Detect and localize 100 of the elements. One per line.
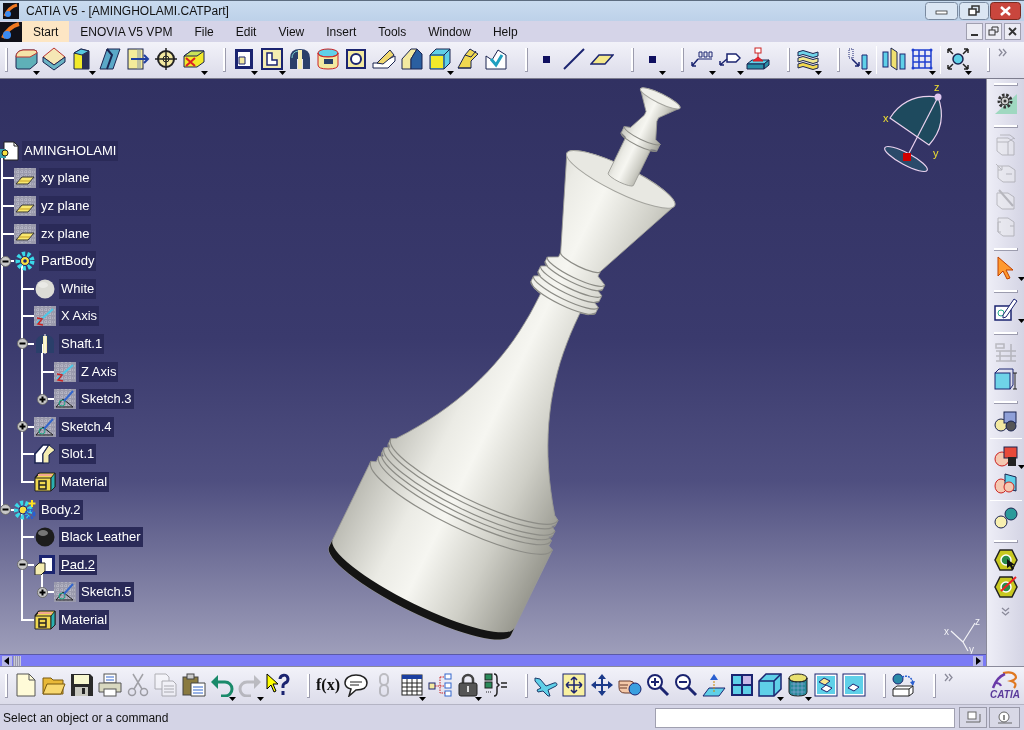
- menu-item[interactable]: Start: [22, 21, 70, 42]
- box-dimension-icon[interactable]: [993, 366, 1018, 391]
- panel-arrow-icon[interactable]: [126, 47, 150, 71]
- dot-grid-icon[interactable]: [910, 47, 934, 71]
- tree-item[interactable]: Pad.2: [59, 554, 97, 575]
- dropdown-arrow-icon[interactable]: [929, 71, 936, 75]
- dropdown-arrow-icon[interactable]: [419, 696, 426, 701]
- dropdown-arrow-icon[interactable]: [737, 71, 744, 75]
- part-cluster-icon[interactable]: [993, 408, 1018, 433]
- minus-icon[interactable]: [0, 255, 11, 267]
- tree-item[interactable]: X Axis: [59, 306, 100, 327]
- tree-item[interactable]: Sketch.4: [59, 416, 114, 437]
- dropdown-arrow-icon[interactable]: [279, 71, 286, 75]
- tree-item[interactable]: Z Axis: [79, 361, 119, 382]
- scroll-left-icon[interactable]: [2, 655, 12, 666]
- target-arrows-icon[interactable]: [946, 47, 970, 71]
- spheres-icon[interactable]: [993, 505, 1018, 530]
- minus-icon[interactable]: [16, 559, 28, 571]
- formula-button[interactable]: f(x): [316, 672, 340, 697]
- boxed-blocks-icon[interactable]: [814, 672, 838, 697]
- document-icon[interactable]: [14, 672, 38, 697]
- tree-item[interactable]: Sketch.3: [79, 389, 134, 410]
- sphere-arrow-icon[interactable]: [892, 672, 916, 697]
- hex-nut-cursor-icon[interactable]: [993, 547, 1018, 572]
- cube-icon[interactable]: [428, 47, 452, 71]
- mesh-cylinder-icon[interactable]: [786, 672, 810, 697]
- square-ring-icon[interactable]: [344, 47, 368, 71]
- tree-item[interactable]: Shaft.1: [59, 333, 105, 354]
- dropdown-arrow-icon[interactable]: [805, 696, 812, 701]
- close-icon[interactable]: [990, 2, 1021, 20]
- dropdown-arrow-icon[interactable]: [865, 71, 872, 75]
- restore-icon[interactable]: [985, 23, 1002, 40]
- pillars-arrow-icon[interactable]: [846, 47, 870, 71]
- square-frame-icon[interactable]: [232, 47, 256, 71]
- dropdown-arrow-icon[interactable]: [229, 696, 236, 701]
- menu-item[interactable]: Help: [481, 21, 529, 42]
- dropdown-arrow-icon[interactable]: [33, 71, 40, 75]
- tree-item[interactable]: yz plane: [39, 196, 92, 216]
- scrollbar-thumb[interactable]: [13, 655, 21, 666]
- dropdown-arrow-icon[interactable]: [1017, 465, 1024, 469]
- dropdown-arrow-icon[interactable]: [89, 71, 96, 75]
- part-stack-icon[interactable]: [993, 443, 1018, 468]
- hex-nut-slash-icon[interactable]: [993, 574, 1018, 599]
- menu-item[interactable]: ENOVIA V5 VPM: [69, 21, 184, 42]
- mirror-pillars-icon[interactable]: [882, 47, 906, 71]
- tree-item[interactable]: Sketch.5: [79, 582, 134, 603]
- tree-diagram-icon[interactable]: [428, 672, 452, 697]
- scroll-right-icon[interactable]: [973, 655, 983, 666]
- point-icon[interactable]: [648, 55, 656, 63]
- plus-icon[interactable]: [16, 421, 28, 433]
- dropdown-arrow-icon[interactable]: [1017, 319, 1024, 323]
- menu-item[interactable]: File: [183, 21, 225, 42]
- help-cursor-icon[interactable]: [266, 672, 290, 697]
- plus-icon[interactable]: [36, 393, 48, 405]
- more-chevron-icon[interactable]: [998, 48, 1007, 57]
- menu-item[interactable]: Tools: [367, 21, 418, 42]
- dropdown-arrow-icon[interactable]: [659, 71, 666, 75]
- split-cylinder-icon[interactable]: [288, 47, 312, 71]
- minus-icon[interactable]: [0, 504, 11, 515]
- stepped-block-icon[interactable]: [400, 47, 424, 71]
- dropdown-arrow-icon[interactable]: [251, 71, 258, 75]
- slanted-block-icon[interactable]: [98, 47, 122, 71]
- dropdown-arrow-icon[interactable]: [201, 71, 208, 75]
- quad-view-icon[interactable]: [730, 672, 754, 697]
- dropdown-arrow-icon[interactable]: [475, 696, 482, 701]
- crosshair-icon[interactable]: [154, 47, 178, 71]
- line-icon[interactable]: [562, 47, 586, 71]
- brace-equals-icon[interactable]: [484, 672, 508, 697]
- cylinder-icon[interactable]: [316, 47, 340, 71]
- printer-icon[interactable]: [98, 672, 122, 697]
- tag-arrow-icon[interactable]: [719, 52, 741, 66]
- zoom-out-icon[interactable]: [674, 672, 698, 697]
- pencil-sheet-icon[interactable]: [993, 297, 1018, 322]
- minimize-icon[interactable]: [966, 23, 983, 40]
- tree-item[interactable]: Slot.1: [59, 444, 97, 465]
- dropdown-arrow-icon[interactable]: [965, 71, 972, 75]
- command-input[interactable]: [655, 707, 955, 728]
- rounded-block-icon[interactable]: [14, 47, 38, 71]
- frame-arrows-icon[interactable]: [562, 672, 586, 697]
- menu-item[interactable]: View: [267, 21, 316, 42]
- clipboard-icon[interactable]: [182, 672, 206, 697]
- window-panel-icon[interactable]: [959, 707, 987, 728]
- tree-item[interactable]: PartBody: [39, 251, 97, 272]
- four-arrows-icon[interactable]: [590, 672, 614, 697]
- more-chevron-icon[interactable]: [944, 673, 953, 682]
- horizontal-scrollbar[interactable]: [0, 654, 986, 666]
- boxed-block-icon[interactable]: [842, 672, 866, 697]
- dropdown-arrow-icon[interactable]: [815, 71, 822, 75]
- bent-sheet-icon[interactable]: [456, 47, 480, 71]
- tree-item[interactable]: Material: [59, 609, 110, 630]
- tree-item[interactable]: xy plane: [39, 168, 92, 189]
- menu-item[interactable]: Window: [417, 21, 482, 42]
- diamond-block-icon[interactable]: [42, 47, 66, 71]
- tree-item[interactable]: Material: [59, 471, 110, 492]
- plane-arrow-icon[interactable]: [702, 672, 726, 697]
- menu-item[interactable]: Edit: [224, 21, 268, 42]
- compass-drawing[interactable]: [884, 93, 943, 173]
- tree-item[interactable]: Black Leather: [59, 527, 143, 548]
- tree-item[interactable]: White: [59, 278, 97, 299]
- info-icon[interactable]: [989, 707, 1020, 728]
